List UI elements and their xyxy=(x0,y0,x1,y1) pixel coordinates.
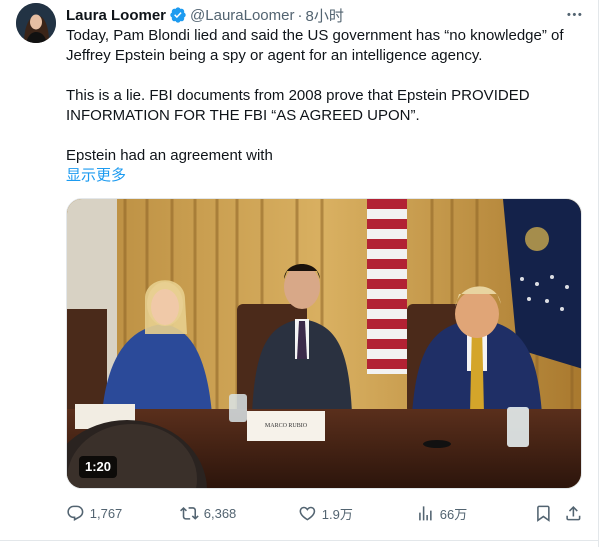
repost-count: 6,368 xyxy=(203,505,237,521)
verified-badge-icon[interactable] xyxy=(169,6,187,24)
heart-icon xyxy=(299,506,316,521)
tweet-header: Laura Loomer @LauraLoomer · 8小时 xyxy=(66,5,344,25)
header-separator: · xyxy=(297,6,303,24)
bookmark-icon xyxy=(537,505,550,522)
tweet-paragraph: Today, Pam Blondi lied and said the US g… xyxy=(66,27,564,64)
reply-button[interactable]: 1,767 xyxy=(66,500,122,526)
tweet-paragraph: Epstein had an agreement with xyxy=(66,147,273,164)
avatar[interactable] xyxy=(16,3,56,43)
repost-button[interactable]: 6,368 xyxy=(180,500,236,526)
views-count: 66万 xyxy=(439,506,468,522)
like-count: 1.9万 xyxy=(321,506,353,522)
reply-icon xyxy=(67,505,84,521)
views-button[interactable]: 66万 xyxy=(416,500,467,526)
share-icon xyxy=(566,505,581,521)
tweet-text: Today, Pam Blondi lied and said the US g… xyxy=(66,26,586,186)
repost-icon xyxy=(180,506,199,520)
more-options-icon[interactable] xyxy=(563,4,585,24)
divider-bottom xyxy=(0,540,598,541)
video-duration: 1:20 xyxy=(79,456,118,478)
author-name[interactable]: Laura Loomer xyxy=(66,7,166,24)
share-button[interactable] xyxy=(564,500,588,526)
timestamp[interactable]: 8小时 xyxy=(305,5,343,26)
show-more-link[interactable]: 显示更多 xyxy=(66,167,126,184)
bookmark-button[interactable] xyxy=(534,500,558,526)
name-placard-text: MARCO RUBIO xyxy=(265,423,308,429)
reply-count: 1,767 xyxy=(89,505,123,521)
divider-right xyxy=(598,0,599,547)
tweet-paragraph: This is a lie. FBI documents from 2008 p… xyxy=(66,87,530,124)
views-chart-icon xyxy=(419,505,432,521)
tweet-actions: 1,767 6,368 1.9万 66万 xyxy=(60,500,590,526)
author-handle[interactable]: @LauraLoomer xyxy=(190,7,294,24)
video-player[interactable]: MARCO RUBIO xyxy=(66,198,582,489)
like-button[interactable]: 1.9万 xyxy=(298,500,353,526)
